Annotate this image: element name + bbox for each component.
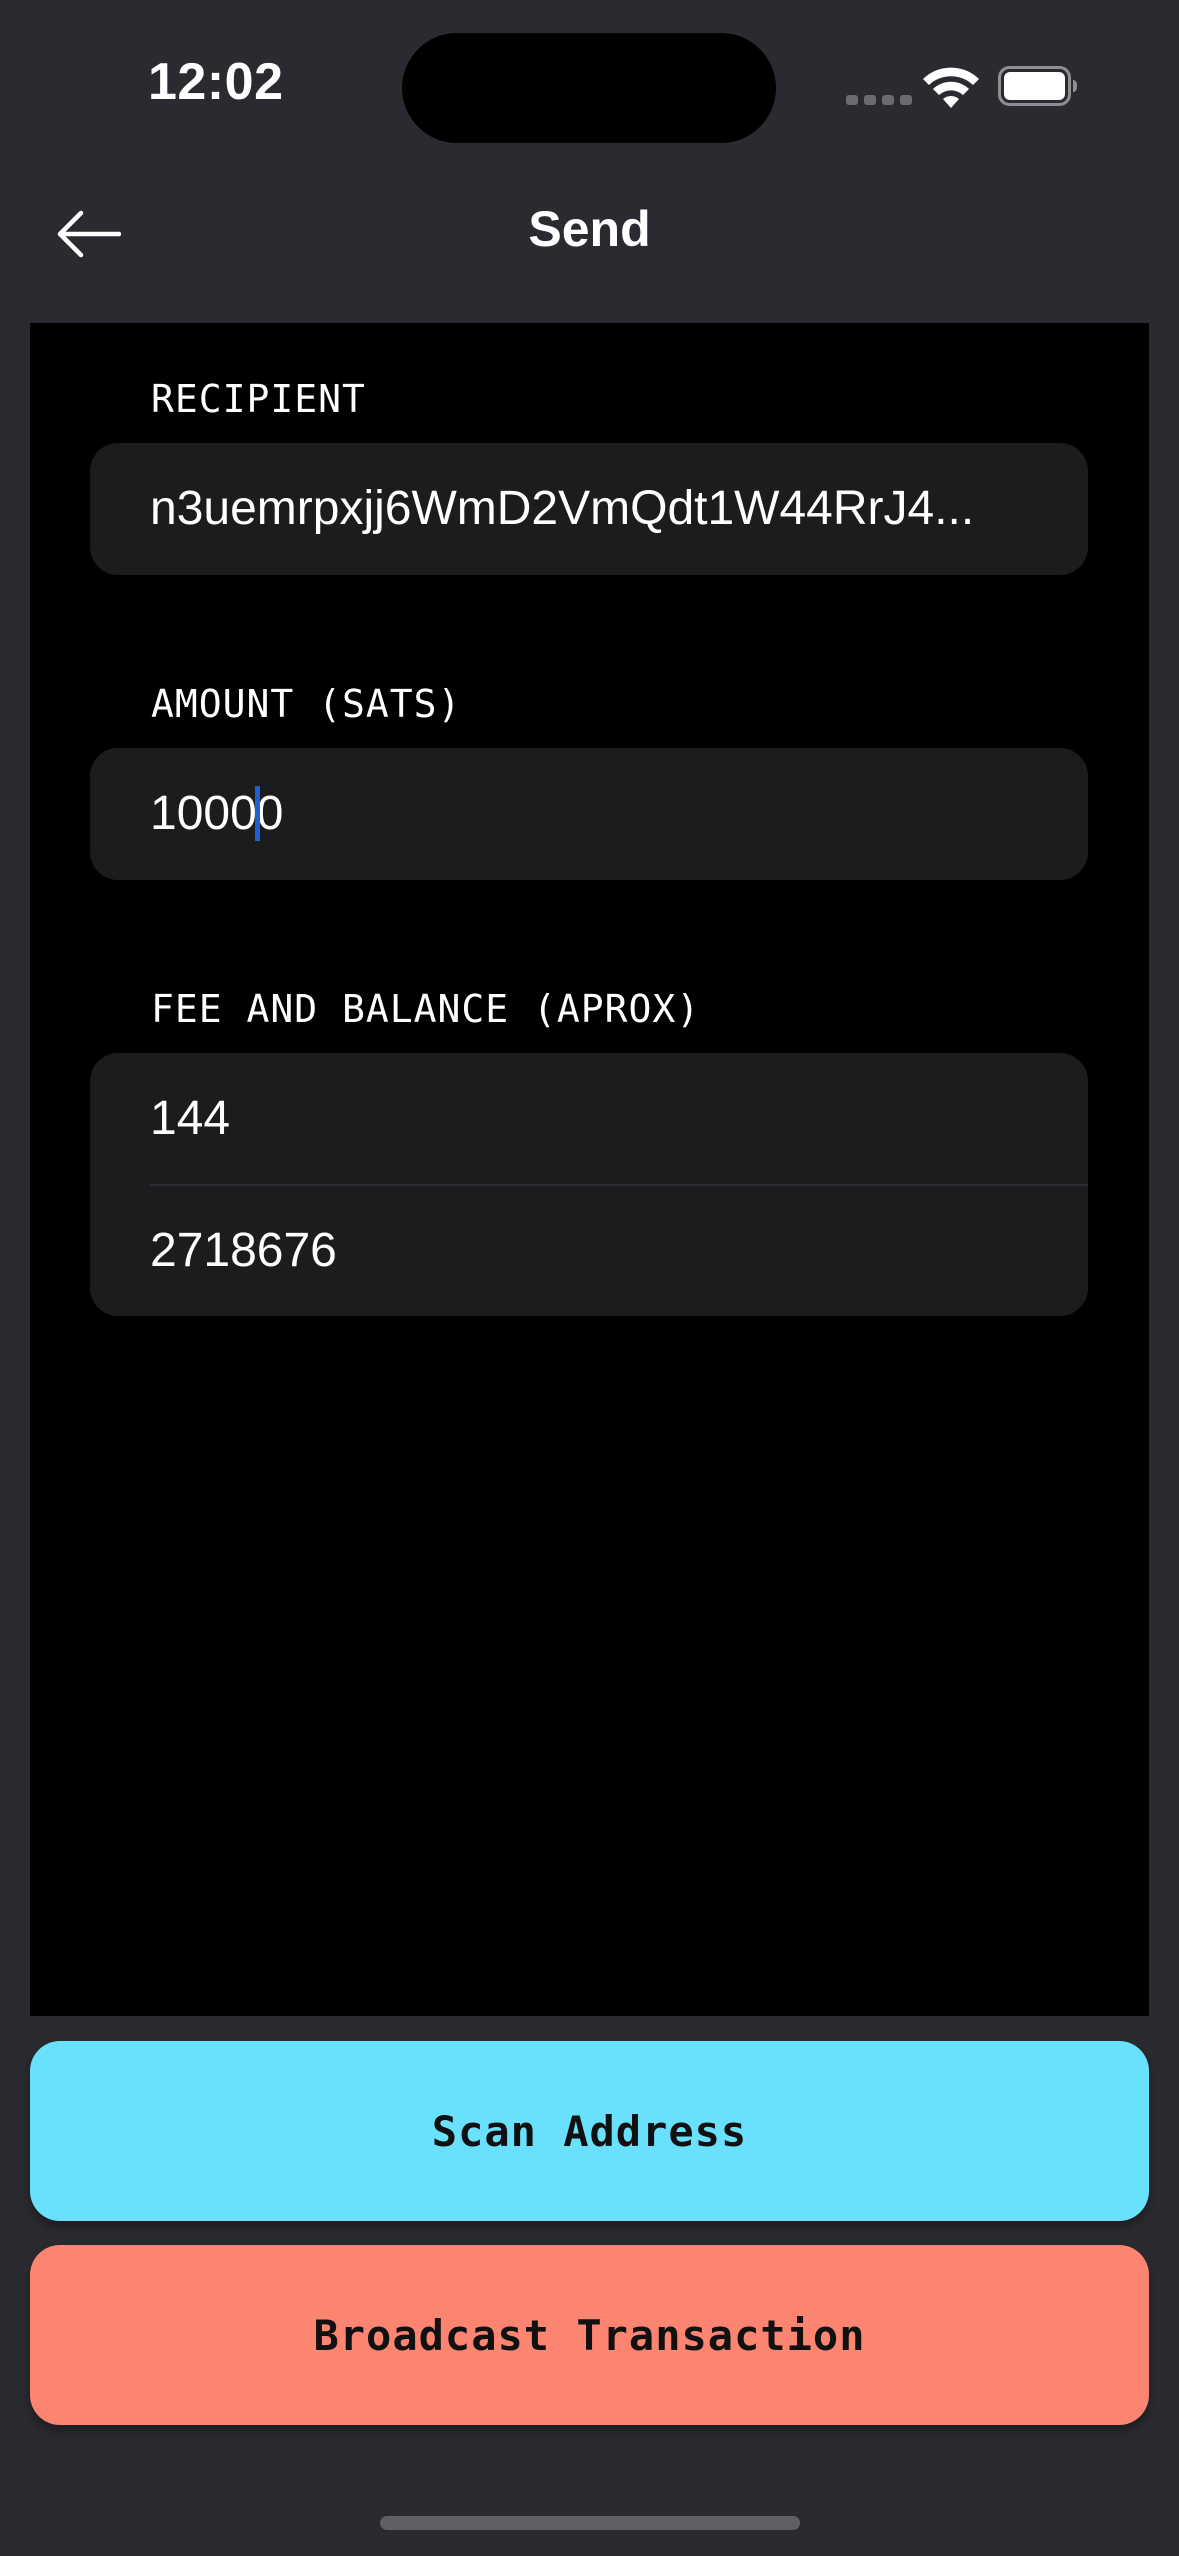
divider — [150, 1184, 1088, 1186]
fee-balance-group: 144 2718676 — [90, 1053, 1088, 1316]
amount-value: 10000 — [150, 786, 1030, 845]
fee-value: 144 — [150, 1092, 231, 1145]
page-title: Send — [528, 201, 651, 257]
recipient-label: RECIPIENT — [151, 377, 366, 421]
broadcast-transaction-button[interactable]: Broadcast Transaction — [30, 2245, 1149, 2425]
scan-address-button[interactable]: Scan Address — [30, 2041, 1149, 2221]
text-caret — [254, 786, 260, 842]
balance-value: 2718676 — [150, 1224, 337, 1277]
recipient-value: n3uemrpxjj6WmD2VmQdt1W44RrJ4... — [150, 482, 975, 535]
battery-icon — [998, 66, 1077, 106]
dynamic-island — [402, 33, 776, 143]
amount-field[interactable]: 10000 — [90, 748, 1088, 880]
wifi-icon — [923, 67, 979, 108]
cellular-signal-icon — [846, 95, 912, 105]
status-time: 12:02 — [148, 53, 284, 111]
status-bar: 12:02 — [0, 0, 1179, 170]
recipient-field[interactable]: n3uemrpxjj6WmD2VmQdt1W44RrJ4... — [90, 443, 1088, 575]
send-form: RECIPIENT n3uemrpxjj6WmD2VmQdt1W44RrJ4..… — [30, 323, 1149, 2016]
nav-bar: Send — [0, 170, 1179, 320]
fee-balance-label: FEE AND BALANCE (APROX) — [151, 987, 701, 1031]
amount-label: AMOUNT (SATS) — [151, 682, 462, 726]
home-indicator[interactable] — [380, 2516, 800, 2530]
